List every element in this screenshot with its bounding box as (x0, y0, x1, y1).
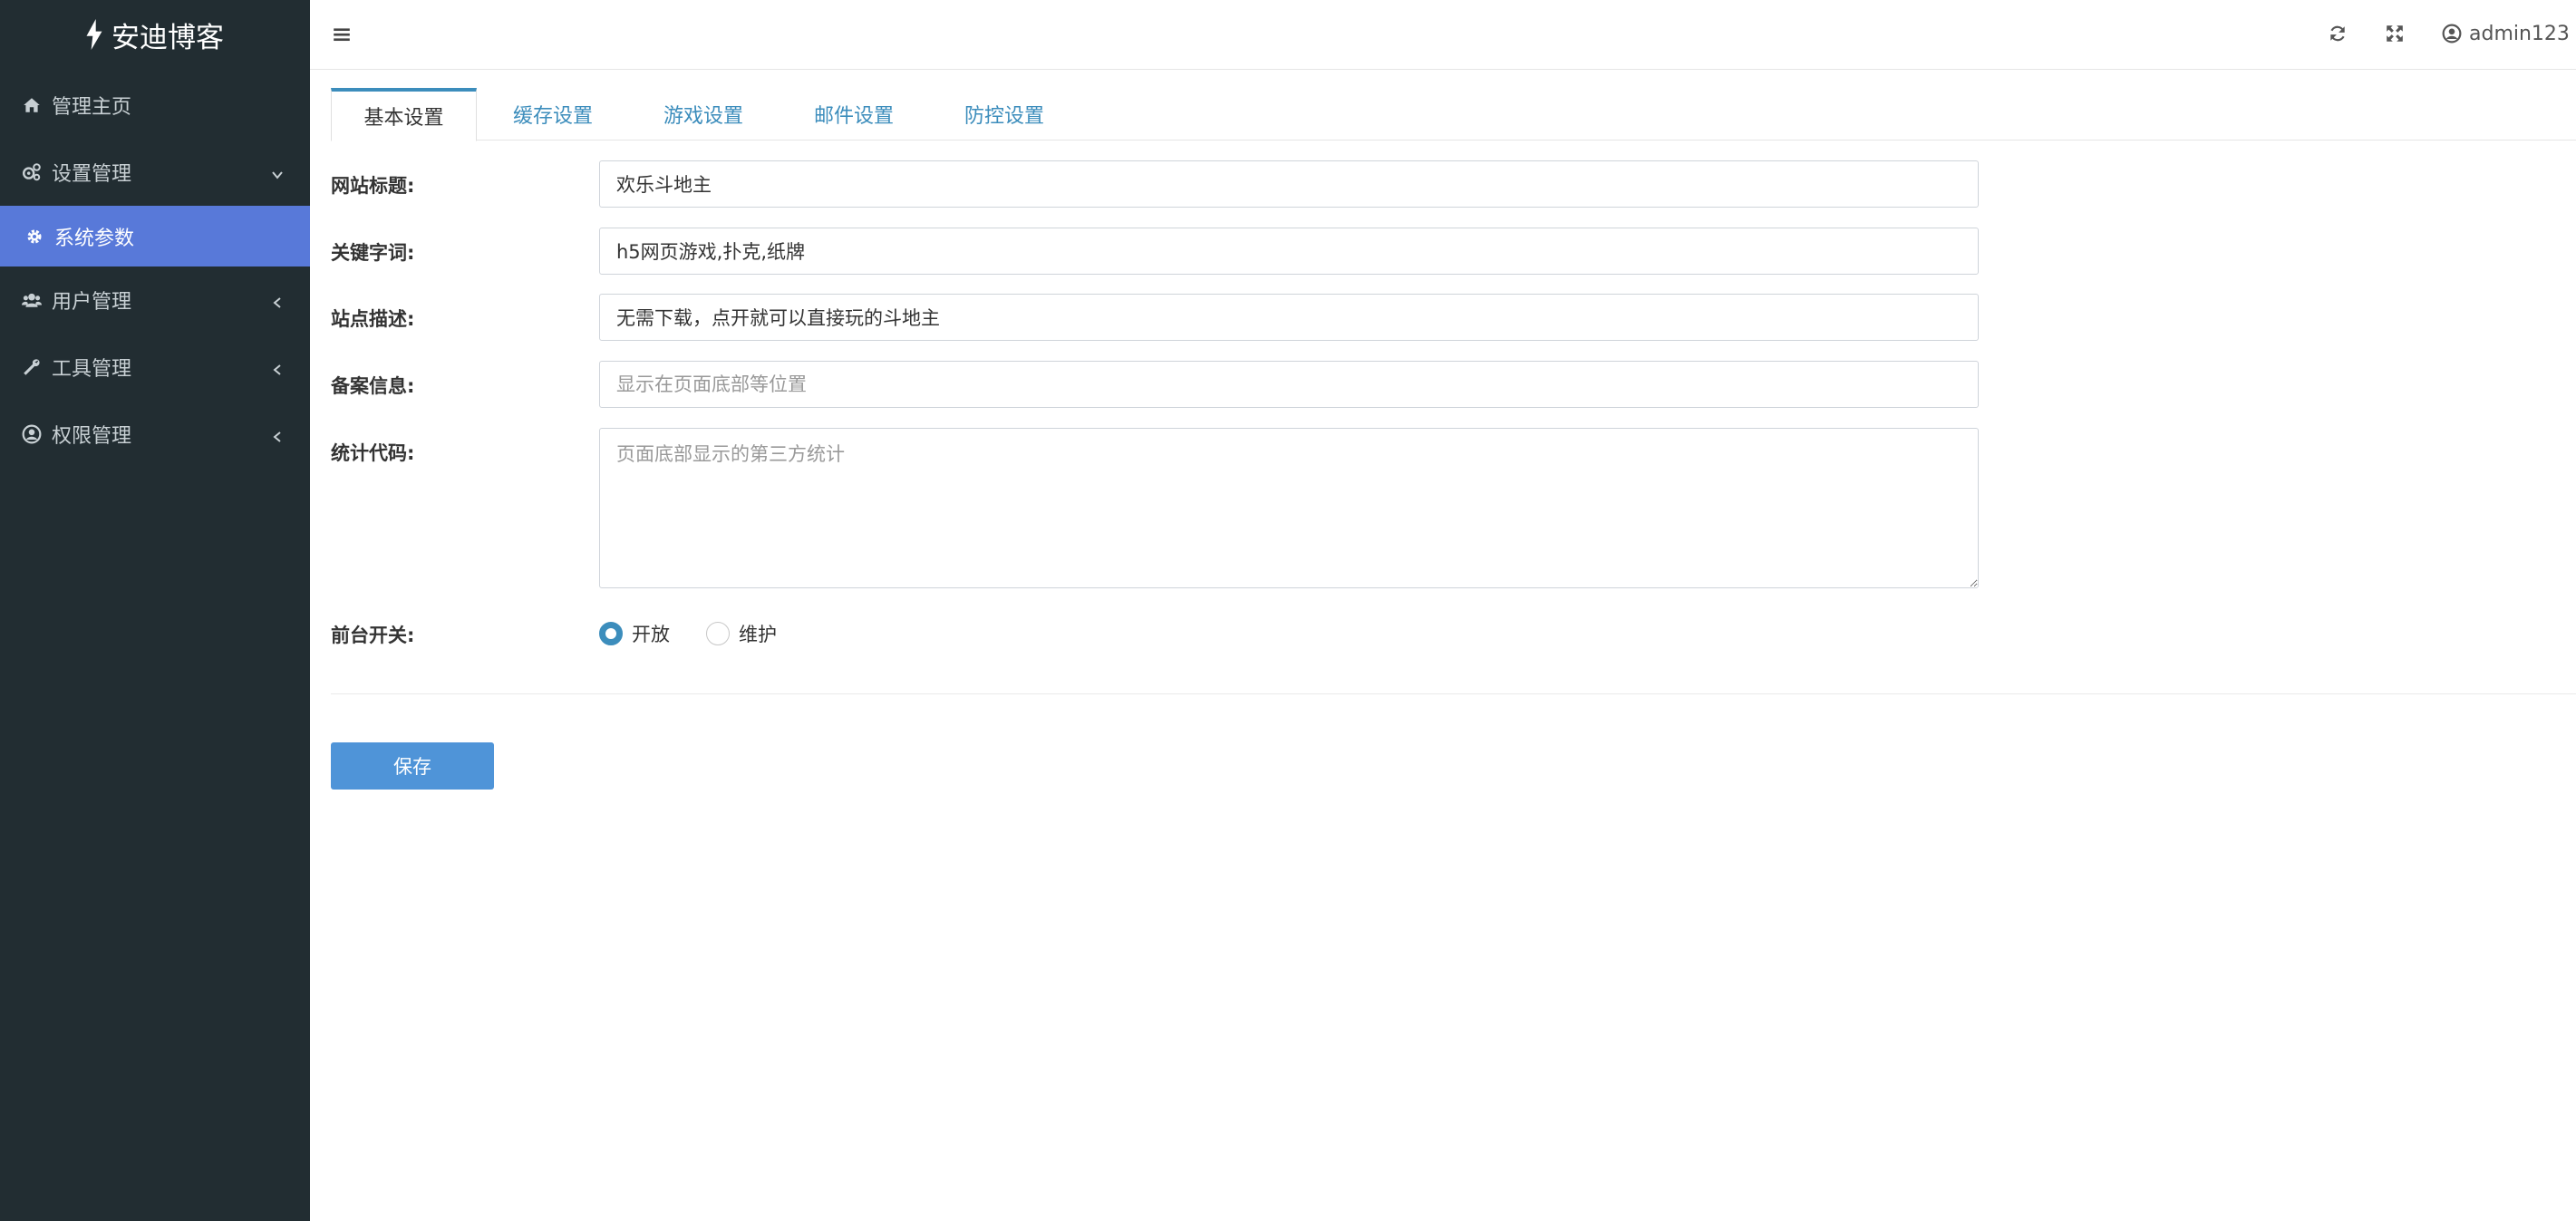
chevron-left-icon (270, 360, 285, 375)
stats-code-label: 统计代码: (331, 442, 415, 464)
sidebar-item-system-params[interactable]: 系统参数 (0, 206, 310, 266)
chevron-left-icon (270, 427, 285, 442)
sidebar-item-users[interactable]: 用户管理 (0, 266, 310, 334)
tab-security-settings[interactable]: 防控设置 (930, 88, 1079, 141)
users-icon (22, 290, 42, 310)
form-divider (331, 693, 2576, 694)
keywords-input[interactable] (599, 228, 1979, 275)
sidebar: 安迪博客 管理主页 设置管理 系统参数 用户管理 工具管理 权限管理 (0, 0, 310, 1221)
description-label: 站点描述: (331, 308, 415, 330)
sidebar-item-label: 系统参数 (54, 227, 135, 250)
chevron-left-icon (270, 293, 285, 308)
keywords-label: 关键字词: (331, 242, 415, 264)
icp-label: 备案信息: (331, 375, 415, 397)
home-icon (22, 95, 42, 115)
site-title-label: 网站标题: (331, 175, 415, 197)
frontend-switch-label: 前台开关: (331, 625, 415, 646)
sidebar-item-settings[interactable]: 设置管理 (0, 139, 310, 206)
gear-icon (25, 228, 44, 246)
description-input[interactable] (599, 294, 1979, 341)
form-row-keywords: 关键字词: (331, 228, 1979, 275)
stats-code-textarea[interactable] (599, 428, 1979, 588)
menu-icon[interactable] (332, 24, 352, 44)
app: 安迪博客 管理主页 设置管理 系统参数 用户管理 工具管理 权限管理 admin… (0, 0, 2576, 1221)
radio-maintenance-label[interactable]: 维护 (739, 620, 777, 647)
sidebar-item-home[interactable]: 管理主页 (0, 72, 310, 139)
sidebar-item-label: 权限管理 (52, 425, 132, 448)
sidebar-item-label: 设置管理 (52, 163, 132, 186)
expand-icon[interactable] (2385, 24, 2405, 44)
top-header: admin123 (310, 0, 2576, 70)
form-row-icp: 备案信息: (331, 361, 1979, 408)
radio-open-label[interactable]: 开放 (632, 620, 670, 647)
form-row-frontend-switch: 前台开关: 开放 维护 (331, 610, 804, 657)
tab-mail-settings[interactable]: 邮件设置 (780, 88, 928, 141)
save-button[interactable]: 保存 (331, 742, 494, 790)
radio-open[interactable] (599, 622, 623, 645)
frontend-switch-radio-group: 开放 维护 (599, 610, 804, 657)
icp-input[interactable] (599, 361, 1979, 408)
form-row-stats-code: 统计代码: (331, 428, 1979, 588)
sidebar-item-label: 工具管理 (52, 358, 132, 381)
tab-cache-settings[interactable]: 缓存设置 (479, 88, 627, 141)
site-title-input[interactable] (599, 160, 1979, 208)
chevron-down-icon (270, 165, 285, 179)
cogs-icon (22, 162, 42, 182)
user-circle-icon (22, 424, 42, 444)
sidebar-item-tools[interactable]: 工具管理 (0, 334, 310, 401)
user-menu[interactable]: admin123 (2442, 20, 2576, 47)
brand-name: 安迪博客 (111, 21, 224, 54)
radio-maintenance[interactable] (706, 622, 730, 645)
sidebar-menu: 管理主页 设置管理 系统参数 用户管理 工具管理 权限管理 (0, 72, 310, 468)
bolt-icon (86, 19, 102, 50)
tab-game-settings[interactable]: 游戏设置 (629, 88, 778, 141)
sidebar-item-label: 管理主页 (52, 96, 132, 119)
refresh-icon[interactable] (2328, 24, 2348, 44)
username: admin123 (2469, 22, 2570, 45)
brand-logo[interactable]: 安迪博客 (0, 0, 310, 67)
user-circle-icon (2442, 24, 2462, 44)
sidebar-item-permissions[interactable]: 权限管理 (0, 401, 310, 468)
tab-basic-settings[interactable]: 基本设置 (331, 88, 477, 141)
settings-tabs: 基本设置 缓存设置 游戏设置 邮件设置 防控设置 (331, 88, 2576, 141)
form-row-site-title: 网站标题: (331, 160, 1979, 208)
form-row-description: 站点描述: (331, 294, 1979, 341)
wrench-icon (22, 357, 42, 377)
sidebar-item-label: 用户管理 (52, 291, 132, 314)
